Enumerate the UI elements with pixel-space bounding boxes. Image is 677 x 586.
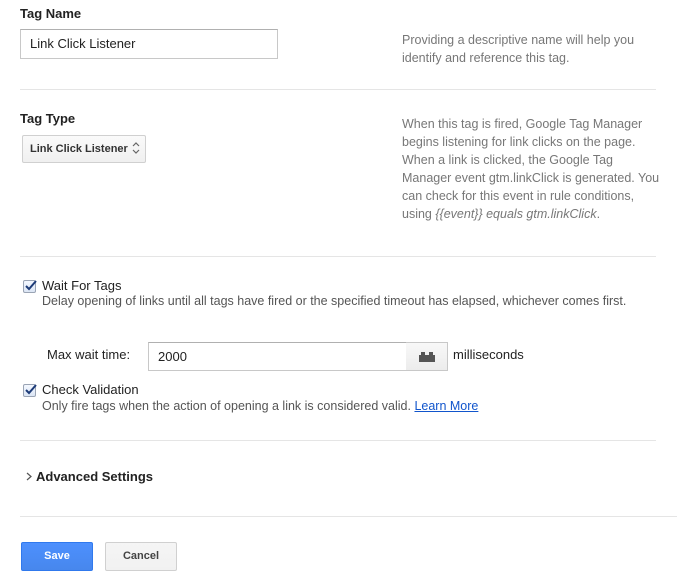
checkmark-icon [25,384,37,395]
section-divider [20,516,677,517]
checkmark-icon [25,280,37,291]
chevron-right-icon [26,472,32,481]
check-validation-text: Only fire tags when the action of openin… [42,399,411,413]
units-label: milliseconds [453,347,524,362]
wait-for-tags-label[interactable]: Wait For Tags [42,278,121,293]
lego-brick-icon [419,352,435,362]
tag-type-help-end: . [596,207,601,221]
max-wait-input[interactable]: 2000 [148,342,407,371]
variable-picker-button[interactable] [406,342,448,371]
advanced-settings-label: Advanced Settings [36,469,154,484]
wait-for-tags-description: Delay opening of links until all tags ha… [42,294,627,308]
tag-type-help-condition: {{event}} equals gtm.linkClick [435,207,597,221]
learn-more-link[interactable]: Learn More [414,399,478,413]
select-arrows-icon [132,142,140,154]
tag-type-selected: Link Click Listener [30,143,128,155]
tag-type-help: When this tag is fired, Google Tag Manag… [402,115,664,223]
tag-type-label: Tag Type [20,111,76,126]
cancel-button[interactable]: Cancel [105,542,177,571]
section-divider [20,440,656,441]
tag-name-label: Tag Name [20,6,82,21]
tag-type-help-text: When this tag is fired, Google Tag Manag… [402,117,660,221]
tag-name-input[interactable]: Link Click Listener [20,29,278,59]
check-validation-checkbox[interactable] [23,384,37,397]
tag-name-help: Providing a descriptive name will help y… [402,33,635,65]
check-validation-label[interactable]: Check Validation [42,382,139,397]
max-wait-label: Max wait time: [47,347,131,362]
section-divider [20,256,656,257]
wait-for-tags-checkbox[interactable] [23,280,37,293]
section-divider [20,89,656,90]
check-validation-description: Only fire tags when the action of openin… [42,397,662,416]
tag-type-select[interactable]: Link Click Listener [22,135,146,163]
save-button[interactable]: Save [21,542,93,571]
